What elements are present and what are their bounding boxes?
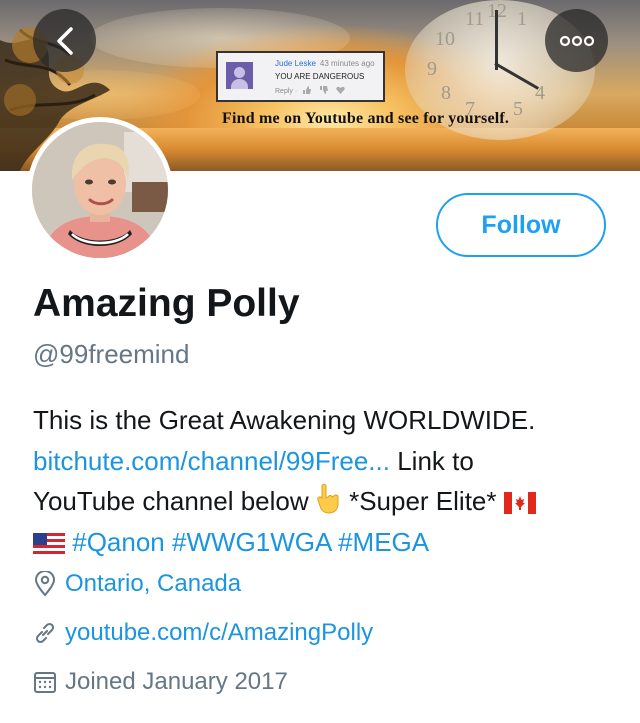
back-button[interactable] <box>33 9 96 72</box>
heart-icon <box>336 86 345 94</box>
profile-location: Ontario, Canada <box>33 570 241 598</box>
comment-author: Jude Leske 43 minutes ago <box>275 59 375 68</box>
comment-time: 43 minutes ago <box>319 59 375 68</box>
bio-line: YouTube channel below *Super Elite* <box>33 481 613 522</box>
comment-author-name: Jude Leske <box>275 59 316 68</box>
bio-line: bitchute.com/channel/99Free... Link to <box>33 441 613 482</box>
clock-number: 9 <box>427 58 437 80</box>
clock-number: 5 <box>513 98 523 120</box>
pointing-down-emoji <box>317 484 339 514</box>
profile-joined: Joined January 2017 <box>33 668 288 696</box>
bio-text: Link to <box>389 445 474 476</box>
bio-line: #Qanon #WWG1WGA #MEGA <box>33 522 613 563</box>
location-pin-icon <box>34 571 56 597</box>
comment-avatar <box>226 62 253 89</box>
banner-caption: Find me on Youtube and see for yourself. <box>222 110 510 127</box>
website-link[interactable]: youtube.com/c/AmazingPolly <box>65 619 373 647</box>
bio-link[interactable]: bitchute.com/channel/99Free... <box>33 446 390 476</box>
clock-hand <box>494 62 540 90</box>
clock-number: 10 <box>435 28 455 50</box>
us-flag-emoji <box>33 532 65 555</box>
comment-reply: Reply · <box>275 86 345 95</box>
more-horizontal-icon <box>559 35 594 46</box>
chevron-left-icon <box>56 26 73 55</box>
comment-text: YOU ARE DANGEROUS <box>275 72 365 81</box>
bio-hashtags[interactable]: #Qanon #WWG1WGA #MEGA <box>72 527 429 557</box>
display-name: Amazing Polly <box>33 282 300 325</box>
user-handle: @99freemind <box>33 339 190 369</box>
comment-reply-label: Reply · <box>275 88 298 95</box>
thumbs-down-icon <box>320 86 329 94</box>
joined-text: Joined January 2017 <box>65 668 288 695</box>
profile-website: youtube.com/c/AmazingPolly <box>33 619 373 647</box>
banner-comment-card: Jude Leske 43 minutes ago YOU ARE DANGERO… <box>216 51 385 102</box>
clock-number: 8 <box>441 82 451 104</box>
calendar-icon <box>34 672 56 693</box>
clock-hand <box>495 10 498 70</box>
avatar-photo <box>32 122 168 258</box>
canada-flag-emoji <box>503 492 536 514</box>
clock-number: 11 <box>465 8 485 30</box>
more-button[interactable] <box>545 9 608 72</box>
clock-number: 1 <box>517 8 527 30</box>
profile-avatar[interactable] <box>27 117 173 263</box>
bio-text: *Super Elite* <box>341 486 504 516</box>
profile-bio: This is the Great Awakening WORLDWIDE. b… <box>33 400 613 562</box>
thumbs-up-icon <box>303 86 312 94</box>
location-text[interactable]: Ontario, Canada <box>65 570 241 598</box>
follow-button[interactable]: Follow <box>436 193 606 257</box>
bio-text: YouTube channel below <box>33 486 316 516</box>
link-icon <box>35 622 55 644</box>
bio-line: This is the Great Awakening WORLDWIDE. <box>33 405 536 435</box>
avatar-portrait <box>32 122 168 258</box>
